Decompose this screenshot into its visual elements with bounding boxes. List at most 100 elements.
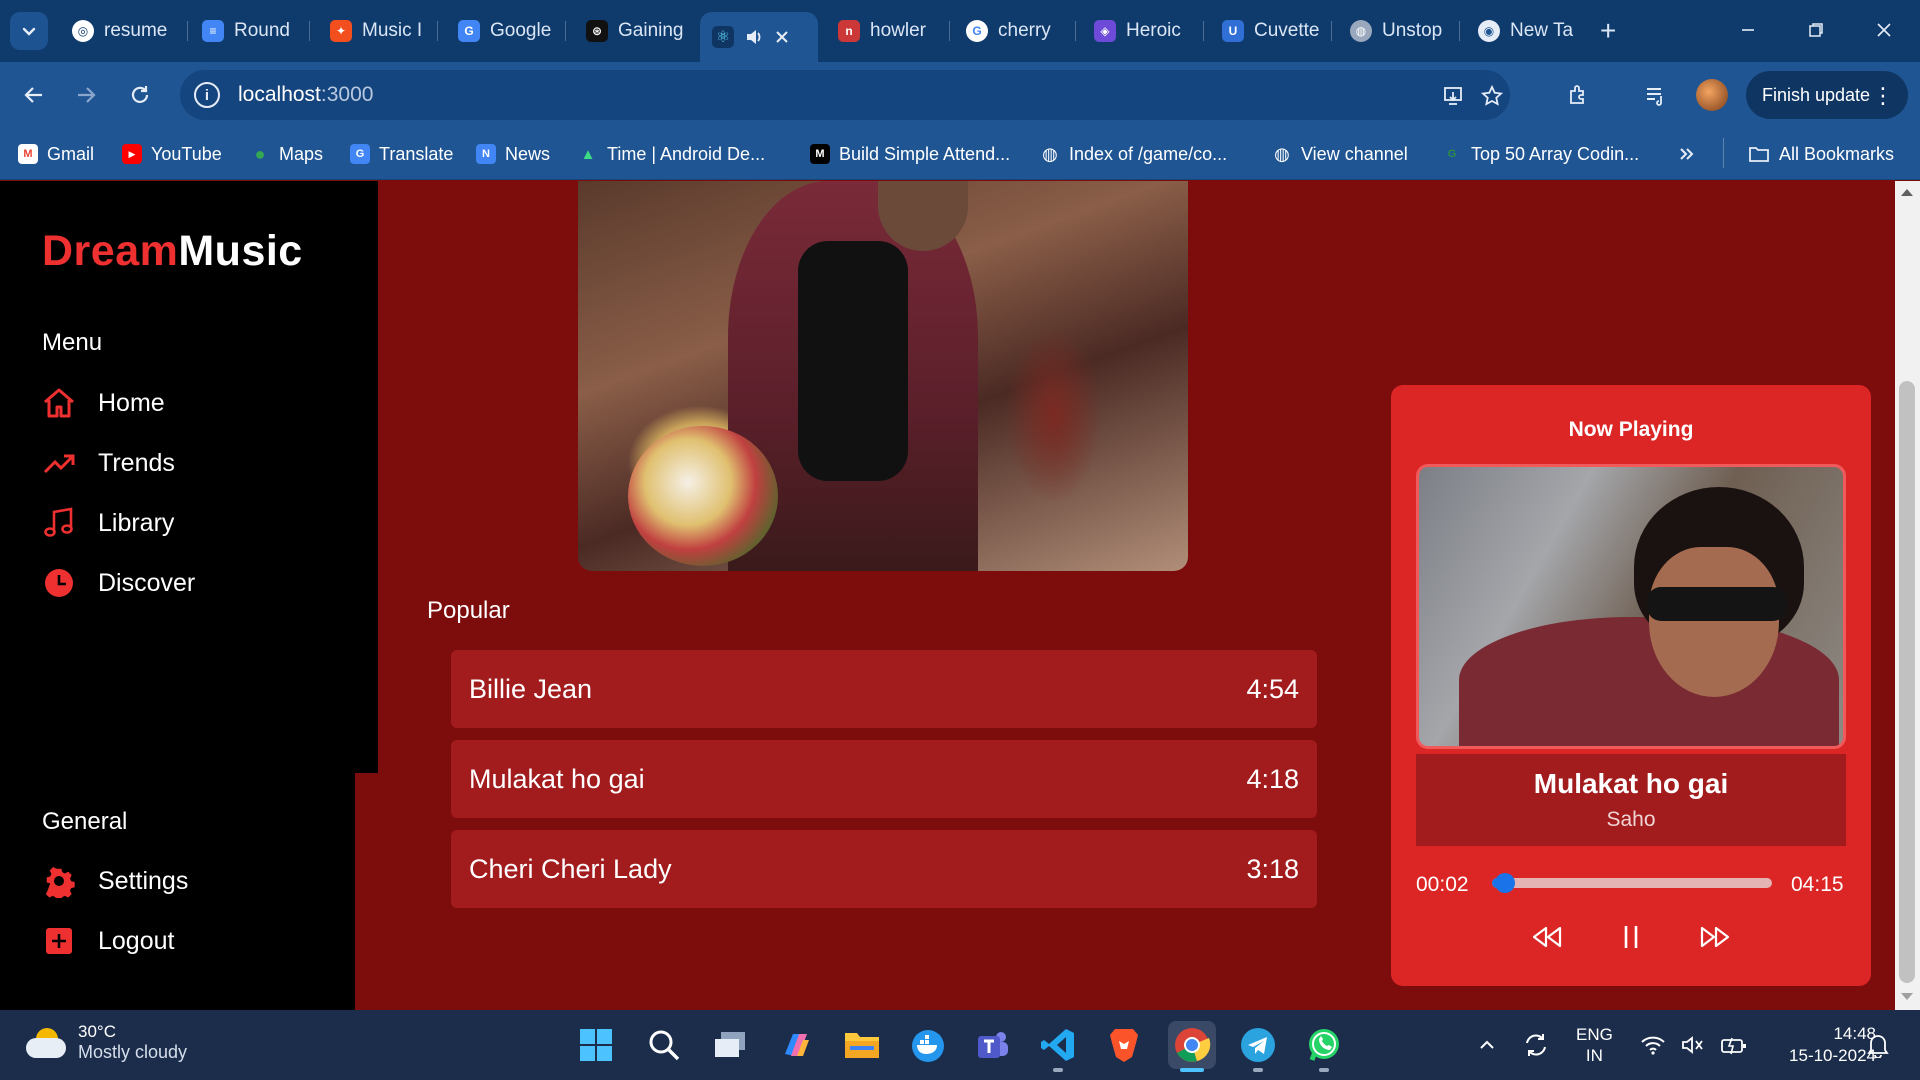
sidebar-item-library[interactable]: Library: [42, 506, 174, 540]
start-button[interactable]: [576, 1025, 616, 1065]
app-logo[interactable]: DreamMusic: [42, 227, 303, 276]
featured-banner-image: [578, 181, 1188, 571]
bookmark-index[interactable]: ◍ Index of /game/co...: [1040, 140, 1227, 168]
elapsed-time: 00:02: [1416, 873, 1469, 896]
browser-tab-music[interactable]: ✦ Music I: [318, 12, 438, 50]
bookmark-gfg[interactable]: G Top 50 Array Codin...: [1442, 140, 1639, 168]
more-bookmarks-button[interactable]: [1678, 140, 1696, 168]
site-info-icon[interactable]: i: [194, 82, 220, 108]
new-tab-button[interactable]: +: [1600, 17, 1616, 45]
notifications-button[interactable]: [1866, 1010, 1890, 1080]
windows-taskbar: 30°C Mostly cloudy ENG IN 14:48 15-10-20…: [0, 1010, 1920, 1080]
bookmark-news[interactable]: N News: [476, 140, 550, 168]
song-title: Cheri Cheri Lady: [469, 853, 672, 884]
bookmark-medium[interactable]: M Build Simple Attend...: [810, 140, 1010, 168]
telegram-app[interactable]: [1238, 1025, 1278, 1065]
progress-slider[interactable]: [1492, 873, 1772, 893]
bookmark-view-channel[interactable]: ◍ View channel: [1272, 140, 1408, 168]
browser-tab-cuvette[interactable]: U Cuvette: [1210, 12, 1332, 50]
language-indicator[interactable]: ENG IN: [1576, 1010, 1613, 1080]
gfg-icon: G: [1447, 148, 1457, 160]
browser-tab-heroic[interactable]: ◈ Heroic: [1082, 12, 1204, 50]
bookmark-label: Translate: [379, 143, 454, 164]
close-icon[interactable]: [774, 29, 790, 45]
quick-settings-button[interactable]: [1640, 1010, 1748, 1080]
task-view-icon: [715, 1032, 745, 1057]
scroll-down-arrow-icon[interactable]: [1901, 993, 1913, 1000]
sidebar-item-trends[interactable]: Trends: [42, 446, 175, 480]
brave-app[interactable]: [1104, 1025, 1144, 1065]
weather-widget[interactable]: 30°C Mostly cloudy: [26, 1022, 187, 1063]
media-controls-icon[interactable]: [1640, 79, 1672, 111]
sidebar-item-logout[interactable]: Logout: [42, 924, 174, 958]
browser-tab-resume[interactable]: ◎ resume: [60, 12, 188, 50]
song-row[interactable]: Billie Jean 4:54: [451, 650, 1317, 728]
profile-avatar[interactable]: [1696, 79, 1728, 111]
teams-app[interactable]: [972, 1025, 1012, 1065]
sync-tray-button[interactable]: [1522, 1010, 1550, 1080]
sidebar-item-settings[interactable]: Settings: [42, 864, 188, 898]
all-bookmarks-button[interactable]: All Bookmarks: [1748, 140, 1894, 168]
install-app-icon[interactable]: [1440, 82, 1468, 110]
bookmark-android[interactable]: ▲ Time | Android De...: [578, 140, 766, 168]
page-scrollbar[interactable]: [1895, 181, 1920, 1010]
vscode-app[interactable]: [1038, 1025, 1078, 1065]
browser-tab-cherry[interactable]: G cherry: [954, 12, 1076, 50]
browser-tab-howler[interactable]: n howler: [826, 12, 950, 50]
browser-tab-unstop[interactable]: ◍ Unstop: [1338, 12, 1460, 50]
whatsapp-app[interactable]: [1304, 1025, 1344, 1065]
android-icon: ▲: [580, 145, 596, 163]
pause-button[interactable]: [1609, 915, 1653, 959]
clock-icon: [45, 569, 73, 597]
progress-knob[interactable]: [1494, 873, 1515, 893]
bookmark-star-icon[interactable]: [1478, 82, 1506, 110]
cloudy-weather-icon: [26, 1027, 66, 1058]
file-explorer-app[interactable]: [842, 1025, 882, 1065]
bookmark-youtube[interactable]: ▶ YouTube: [122, 140, 222, 168]
scroll-up-arrow-icon[interactable]: [1901, 189, 1913, 196]
browser-tab-gaining[interactable]: ⊛ Gaining: [574, 12, 696, 50]
taskbar-search-button[interactable]: [644, 1025, 684, 1065]
rewind-button[interactable]: [1525, 915, 1569, 959]
show-hidden-icons-button[interactable]: [1478, 1010, 1496, 1080]
extensions-icon[interactable]: [1562, 79, 1594, 111]
cuvette-icon: U: [1222, 20, 1244, 42]
address-bar[interactable]: i localhost:3000: [180, 70, 1510, 120]
weather-temperature: 30°C: [78, 1022, 116, 1041]
forward-button[interactable]: [70, 79, 102, 111]
bookmark-label: View channel: [1301, 143, 1408, 164]
minimize-button[interactable]: [1718, 10, 1778, 50]
sidebar-item-label: Trends: [98, 448, 175, 477]
tab-search-button[interactable]: [10, 12, 48, 50]
restore-button[interactable]: [1786, 10, 1846, 50]
telegram-running-indicator: [1253, 1068, 1263, 1072]
arrow-left-icon: [24, 87, 42, 103]
close-window-button[interactable]: [1854, 10, 1914, 50]
scrollbar-thumb[interactable]: [1899, 381, 1915, 983]
fast-forward-button[interactable]: [1693, 915, 1737, 959]
task-view-button[interactable]: [710, 1025, 750, 1065]
bookmark-translate[interactable]: G Translate: [350, 140, 453, 168]
browser-tab-active[interactable]: ⚛: [700, 12, 818, 62]
home-icon: [44, 388, 74, 418]
browser-tab-google[interactable]: G Google: [446, 12, 566, 50]
bookmark-maps[interactable]: ● Maps: [250, 140, 323, 168]
docker-icon: [912, 1030, 944, 1062]
bookmark-gmail[interactable]: M Gmail: [18, 140, 94, 168]
logo-dream: Dream: [42, 227, 179, 275]
back-button[interactable]: [18, 79, 50, 111]
browser-tab-round[interactable]: ≡ Round: [190, 12, 310, 50]
chrome-app[interactable]: [1168, 1021, 1216, 1069]
track-artist: Saho: [1606, 808, 1656, 831]
sidebar-general: General Settings Logout: [0, 773, 355, 1010]
sidebar-item-discover[interactable]: Discover: [42, 566, 195, 600]
docker-app[interactable]: [908, 1025, 948, 1065]
copilot-app[interactable]: [776, 1025, 816, 1065]
finish-update-button[interactable]: Finish update ⋮: [1746, 71, 1908, 119]
sidebar-item-home[interactable]: Home: [42, 386, 165, 420]
clock-widget[interactable]: 14:48 15-10-2024: [1760, 1010, 1876, 1080]
browser-tab-newtab[interactable]: ◉ New Ta: [1466, 12, 1592, 50]
song-row[interactable]: Mulakat ho gai 4:18: [451, 740, 1317, 818]
song-row[interactable]: Cheri Cheri Lady 3:18: [451, 830, 1317, 908]
reload-button[interactable]: [124, 79, 156, 111]
